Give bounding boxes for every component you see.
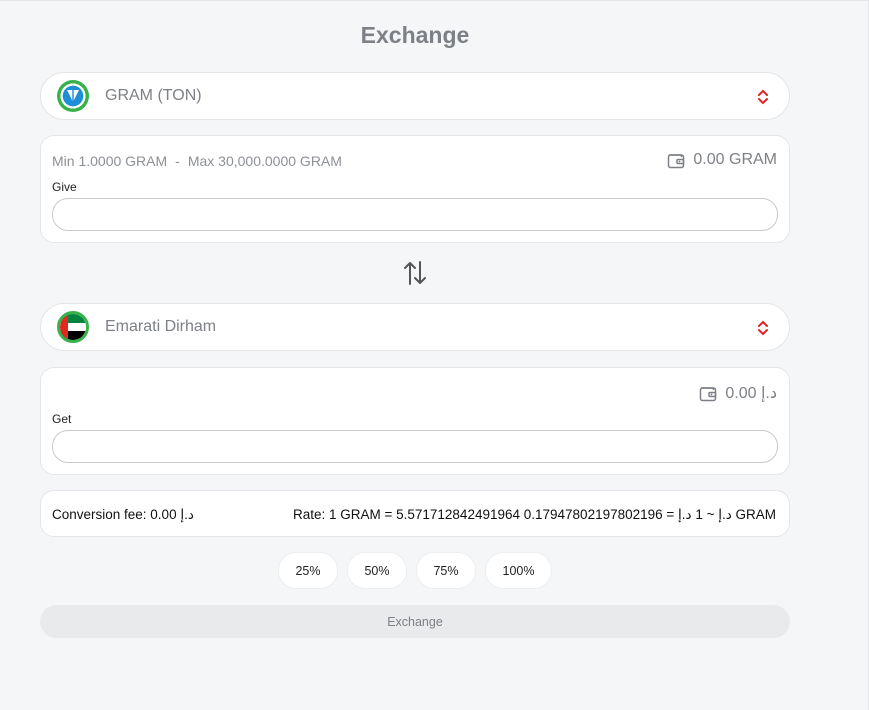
get-amount-input[interactable] <box>52 430 778 463</box>
percent-50-button[interactable]: 50% <box>347 552 407 589</box>
conversion-info-card: Conversion fee: 0.00 د.إ Rate: 1 GRAM = … <box>40 490 790 537</box>
get-balance-value: 0.00 د.إ <box>725 385 777 402</box>
chevron-up-down-icon <box>758 89 768 105</box>
top-border <box>0 0 869 1</box>
give-limits: Min 1.0000 GRAM - Max 30,000.0000 GRAM <box>52 153 342 169</box>
give-max: Max 30,000.0000 GRAM <box>187 153 342 169</box>
get-label: Get <box>52 412 72 426</box>
to-currency-select[interactable]: Emarati Dirham <box>40 303 790 351</box>
from-currency-label: GRAM (TON) <box>105 87 202 104</box>
percent-25-button[interactable]: 25% <box>278 552 338 589</box>
exchange-rate: Rate: 1 GRAM = 5.571712842491964 د.إ ~ 1… <box>292 507 776 522</box>
conversion-fee: Conversion fee: 0.00 د.إ <box>52 507 194 522</box>
give-label: Give <box>52 180 77 194</box>
limits-separator: - <box>175 153 180 169</box>
chevron-up-down-icon <box>758 320 768 336</box>
swap-arrows-icon[interactable] <box>403 260 427 286</box>
wallet-icon <box>700 386 717 401</box>
percent-buttons: 25% 50% 75% 100% <box>278 552 561 589</box>
to-currency-label: Emarati Dirham <box>105 318 217 335</box>
uae-flag-icon <box>57 311 89 343</box>
give-balance: 0.00 GRAM <box>667 151 777 169</box>
percent-100-button[interactable]: 100% <box>485 552 552 589</box>
give-balance-value: 0.00 GRAM <box>693 151 777 168</box>
page-title: Exchange <box>360 22 470 48</box>
give-amount-card: Min 1.0000 GRAM - Max 30,000.0000 GRAM 0.0… <box>40 135 790 243</box>
gram-ton-coin-icon <box>57 80 89 112</box>
exchange-button[interactable]: Exchange <box>40 605 790 638</box>
wallet-icon <box>668 153 685 168</box>
give-min: Min 1.0000 GRAM <box>52 153 168 169</box>
percent-75-button[interactable]: 75% <box>416 552 476 589</box>
get-amount-card: 0.00 د.إ Get <box>40 367 790 475</box>
give-amount-input[interactable] <box>52 198 778 231</box>
from-currency-select[interactable]: GRAM (TON) <box>40 72 790 120</box>
get-balance: 0.00 د.إ <box>699 383 777 403</box>
